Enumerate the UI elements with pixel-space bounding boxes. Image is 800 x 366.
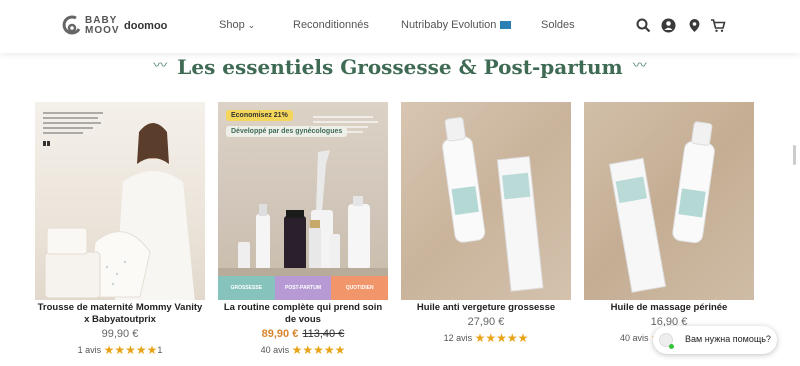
- site-header: BABY MOOV doomoo Shop ⌄ Reconditionnés Nut…: [0, 0, 800, 53]
- product-card[interactable]: Trousse de maternité Mommy Vanity x Baby…: [35, 102, 205, 357]
- review-count-suffix: 1: [157, 345, 163, 355]
- tab-post-partum: POST-PARTUM: [274, 276, 332, 300]
- product-photo-illustration: [43, 112, 195, 300]
- review-count: 12 avis: [443, 333, 473, 343]
- product-photo-illustration: [608, 121, 715, 293]
- babymoov-logo-text[interactable]: BABY MOOV: [85, 16, 120, 36]
- babymoov-logo-icon[interactable]: [62, 15, 82, 37]
- discount-badge: Economisez 21%: [226, 110, 293, 121]
- scrollbar-thumb[interactable]: [793, 145, 796, 165]
- product-price: 89,90 €113,40 €: [218, 328, 388, 340]
- cart-icon[interactable]: [710, 18, 726, 33]
- section-title: Les essentiels Grossesse & Post-partum: [177, 55, 623, 79]
- doomoo-logo[interactable]: doomoo: [124, 20, 167, 32]
- product-image[interactable]: Economisez 21% Développé par des gynécol…: [218, 102, 388, 300]
- search-icon[interactable]: [636, 18, 651, 33]
- star-rating-icon: ★★★★★: [291, 343, 346, 357]
- new-badge-icon: [500, 21, 512, 29]
- product-card[interactable]: Huile de massage périnée 16,90 € 40 avis…: [584, 102, 754, 345]
- tab-grossesse: GROSSESSE: [218, 276, 275, 300]
- product-price: 27,90 €: [467, 316, 505, 328]
- star-rating-icon: ★★★★★: [474, 331, 529, 345]
- review-count: 40 avis: [620, 333, 649, 343]
- nav-nutribaby[interactable]: Nutribaby Evolution: [401, 19, 512, 31]
- store-locator-icon[interactable]: [687, 18, 702, 33]
- nav-reconditionnes[interactable]: Reconditionnés: [293, 19, 369, 31]
- product-card[interactable]: Economisez 21% Développé par des gynécol…: [218, 102, 388, 357]
- product-photo-illustration: [442, 116, 544, 292]
- category-strip: GROSSESSE POST-PARTUM QUOTIDIEN: [218, 276, 388, 300]
- decorative-squiggle-icon: 〰: [632, 57, 647, 73]
- account-icon[interactable]: [661, 18, 676, 33]
- nav-nutribaby-label: Nutribaby Evolution: [401, 19, 497, 31]
- chat-label: Вам нужна помощь?: [685, 334, 771, 344]
- nav-shop-label: Shop: [219, 19, 245, 31]
- review-count: 40 avis: [260, 345, 290, 355]
- online-status-icon: [669, 344, 674, 349]
- review-count: 1 avis: [77, 345, 102, 355]
- product-image[interactable]: [584, 102, 754, 300]
- product-name[interactable]: La routine complète qui prend soin de vo…: [218, 302, 388, 326]
- chevron-down-icon: ⌄: [247, 20, 256, 30]
- product-name[interactable]: Huile de massage périnée: [584, 302, 754, 314]
- product-reviews: 1 avis ★★★★★1: [35, 343, 205, 357]
- product-name[interactable]: Trousse de maternité Mommy Vanity x Baby…: [35, 302, 205, 326]
- developed-by-badge: Développé par des gynécologues: [226, 126, 348, 137]
- nav-shop[interactable]: Shop ⌄: [219, 19, 255, 31]
- tab-quotidien: QUOTIDIEN: [331, 276, 388, 300]
- product-name[interactable]: Huile anti vergeture grossesse: [401, 302, 571, 314]
- product-price: 99,90 €: [101, 328, 139, 340]
- product-image[interactable]: [35, 102, 205, 300]
- section-title-row: 〰 Les essentiels Grossesse & Post-partum 〰: [0, 53, 800, 83]
- nav-soldes[interactable]: Soldes: [541, 19, 575, 31]
- chat-widget-button[interactable]: Вам нужна помощь?: [653, 326, 777, 354]
- product-reviews: 40 avis ★★★★★: [218, 343, 388, 357]
- star-rating-icon: ★★★★★: [103, 343, 158, 357]
- product-reviews: 12 avis ★★★★★: [401, 331, 571, 345]
- decorative-squiggle-icon: 〰: [153, 57, 168, 73]
- original-price: 113,40 €: [302, 328, 345, 340]
- product-image[interactable]: [401, 102, 571, 300]
- product-card[interactable]: Huile anti vergeture grossesse 27,90 € 1…: [401, 102, 571, 345]
- sale-price: 89,90 €: [261, 328, 299, 340]
